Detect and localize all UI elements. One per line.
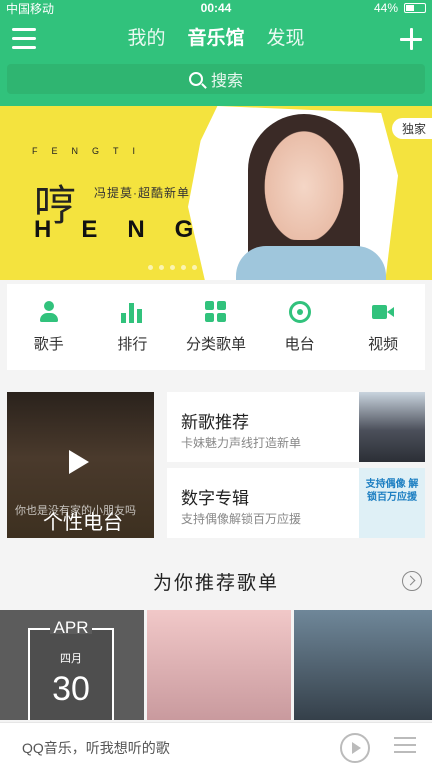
nav-radio-label: 电台 bbox=[284, 335, 315, 353]
nav-video[interactable]: 视频 bbox=[348, 301, 418, 354]
digital-album-subtitle: 支持偶像解锁百万应援 bbox=[181, 512, 302, 526]
search-placeholder: 搜索 bbox=[210, 73, 243, 90]
status-bar: 中国移动 00:44 44% bbox=[0, 0, 432, 16]
calendar-day: 30 bbox=[52, 670, 90, 708]
search-icon bbox=[188, 72, 203, 86]
nav-singer[interactable]: 歌手 bbox=[14, 300, 84, 354]
nav-video-label: 视频 bbox=[368, 335, 399, 353]
nav-singer-label: 歌手 bbox=[33, 335, 64, 353]
exclusive-badge: 独家 bbox=[391, 118, 432, 139]
digital-album-thumbnail: 支持偶像 解锁百万应援 bbox=[359, 468, 425, 538]
banner-pager-dots bbox=[148, 265, 197, 270]
new-songs-subtitle: 卡妹魅力声线打造新单 bbox=[181, 436, 302, 450]
category-nav: 歌手 排行 分类歌单 电台 视频 bbox=[7, 284, 425, 370]
search-bar[interactable]: 搜索 bbox=[7, 64, 425, 94]
promo-banner[interactable]: FENGTI MO 哼 冯提莫·超酷新单上线 HENG 独家 bbox=[0, 106, 432, 280]
calendar-month: APR bbox=[53, 618, 89, 637]
new-songs-card[interactable]: 新歌推荐 卡妹魅力声线打造新单 bbox=[167, 392, 425, 462]
time-label: 00:44 bbox=[200, 1, 232, 15]
tab-discover[interactable]: 发现 bbox=[267, 24, 305, 54]
nav-category[interactable]: 分类歌单 bbox=[181, 300, 251, 354]
tab-music-hall[interactable]: 音乐馆 bbox=[187, 24, 244, 54]
recommend-title: 为你推荐歌单 bbox=[152, 573, 279, 594]
play-icon[interactable] bbox=[69, 450, 89, 474]
plus-icon[interactable] bbox=[398, 26, 424, 52]
chevron-right-icon[interactable] bbox=[402, 571, 422, 591]
playlist-tile[interactable] bbox=[147, 610, 291, 720]
banner-letters: FENGTI bbox=[32, 146, 149, 156]
singer-icon bbox=[38, 300, 60, 323]
tab-mine[interactable]: 我的 bbox=[127, 24, 165, 54]
battery-icon bbox=[404, 3, 426, 13]
digital-album-card[interactable]: 数字专辑 支持偶像解锁百万应援 支持偶像 解锁百万应援 bbox=[167, 468, 425, 538]
play-circle-icon[interactable] bbox=[340, 733, 370, 763]
rank-icon bbox=[121, 301, 143, 323]
player-text: QQ音乐，听我想听的歌 bbox=[22, 740, 170, 756]
nav-category-label: 分类歌单 bbox=[185, 335, 246, 353]
personal-radio-card[interactable]: 你也是没有家的小朋友吗 个性电台 bbox=[7, 392, 154, 538]
calendar-cn-month: 四月 bbox=[60, 653, 82, 665]
digital-album-thumb-text: 支持偶像 解锁百万应援 bbox=[365, 479, 419, 503]
radio-icon bbox=[288, 300, 311, 323]
banner-photo-shirt bbox=[236, 246, 386, 280]
radio-title: 个性电台 bbox=[43, 512, 123, 534]
category-icon bbox=[204, 300, 227, 323]
mini-player[interactable]: QQ音乐，听我想听的歌 bbox=[0, 722, 432, 770]
digital-album-title: 数字专辑 bbox=[181, 489, 249, 508]
playlist-tile[interactable]: APR 四月 30 bbox=[0, 610, 144, 720]
playlist-tile[interactable] bbox=[294, 610, 432, 720]
video-icon bbox=[372, 301, 395, 323]
top-header: 我的 音乐馆 发现 搜索 bbox=[0, 16, 432, 116]
banner-photo-face bbox=[258, 122, 350, 240]
nav-rank[interactable]: 排行 bbox=[97, 301, 167, 354]
playlist-icon[interactable] bbox=[394, 737, 416, 757]
nav-radio[interactable]: 电台 bbox=[265, 300, 335, 354]
calendar-graphic: APR 四月 30 bbox=[28, 616, 114, 720]
nav-rank-label: 排行 bbox=[117, 335, 148, 353]
new-songs-thumbnail bbox=[359, 392, 425, 462]
new-songs-title: 新歌推荐 bbox=[181, 413, 249, 432]
main-tabs: 我的 音乐馆 发现 bbox=[0, 24, 432, 54]
